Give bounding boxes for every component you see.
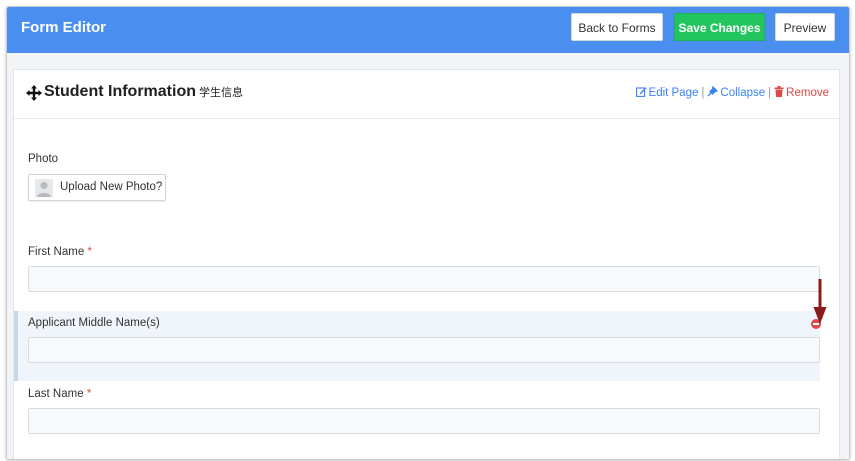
action-separator: |: [768, 87, 772, 99]
section-title-text: Student Information: [44, 83, 196, 100]
remove-label: Remove: [786, 87, 829, 99]
section-actions: Edit Page | Collapse | Remove: [635, 86, 829, 99]
section-title: Student Information 学生信息: [44, 83, 243, 101]
save-changes-button[interactable]: Save Changes: [674, 13, 765, 41]
move-icon[interactable]: [26, 85, 42, 101]
middle-name-input[interactable]: [28, 337, 820, 363]
collapse-link[interactable]: Collapse: [707, 86, 766, 99]
middle-name-label: Applicant Middle Name(s): [28, 317, 160, 329]
action-separator: |: [701, 87, 705, 99]
photo-label: Photo: [28, 153, 59, 165]
section-subtitle: 学生信息: [198, 87, 243, 99]
upload-photo-button[interactable]: Upload New Photo?: [28, 174, 166, 201]
first-name-input[interactable]: [28, 266, 820, 292]
top-bar: Form Editor Back to Forms Save Changes P…: [7, 7, 849, 53]
collapse-label: Collapse: [720, 87, 766, 99]
back-to-forms-button[interactable]: Back to Forms: [571, 13, 663, 41]
last-name-input[interactable]: [28, 408, 820, 434]
edit-page-link[interactable]: Edit Page: [635, 87, 699, 99]
preview-button[interactable]: Preview: [775, 13, 835, 41]
avatar-icon: [35, 179, 53, 197]
last-name-label-text: Last Name: [28, 388, 84, 400]
section-card: Student Information 学生信息 Edit Page | Collap…: [13, 69, 840, 459]
app-title: Form Editor: [21, 19, 106, 36]
first-name-label-text: First Name: [28, 246, 85, 258]
required-mark: *: [86, 388, 92, 400]
annotation-arrow-icon: [813, 279, 827, 324]
section-header: Student Information 学生信息 Edit Page | Collap…: [14, 70, 839, 119]
edit-icon: [635, 87, 647, 97]
required-mark: *: [87, 246, 92, 258]
editor-content: Student Information 学生信息 Edit Page | Collap…: [7, 53, 849, 459]
first-name-label: First Name *: [28, 246, 92, 258]
trash-icon: [774, 86, 784, 97]
edit-page-label: Edit Page: [648, 87, 699, 99]
app-window: Form Editor Back to Forms Save Changes P…: [6, 6, 850, 460]
last-name-label: Last Name *: [28, 388, 91, 400]
collapse-icon: [707, 86, 719, 97]
upload-photo-label: Upload New Photo?: [60, 181, 163, 193]
remove-link[interactable]: Remove: [774, 86, 829, 99]
